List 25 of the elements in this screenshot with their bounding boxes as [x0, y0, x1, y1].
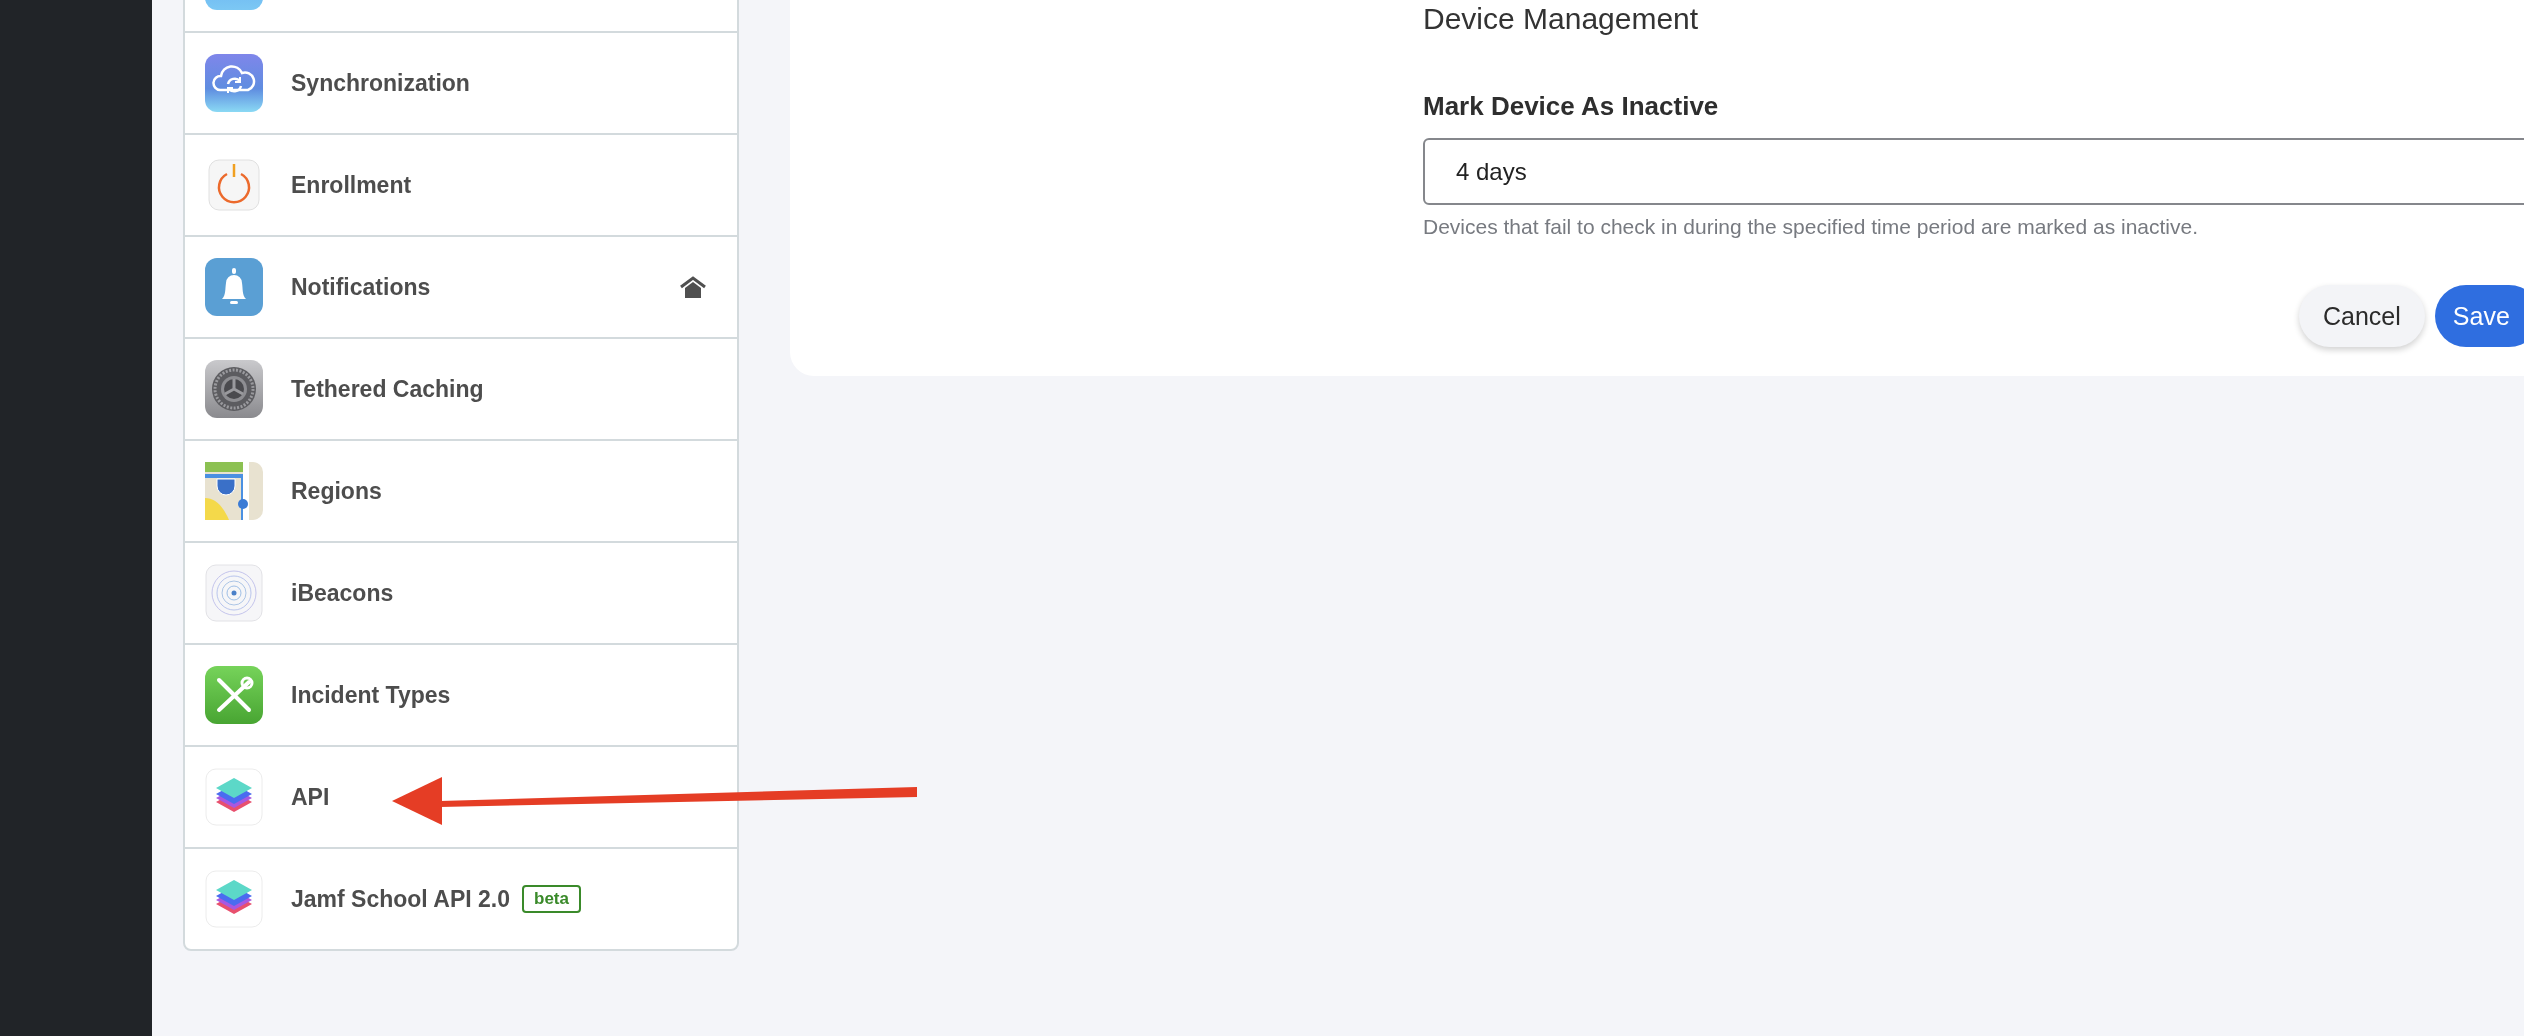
field-label: Mark Device As Inactive: [1423, 91, 1720, 122]
settings-list-item[interactable]: Enrollment: [185, 135, 737, 237]
settings-list-item[interactable]: Regions: [185, 441, 737, 543]
settings-list-item[interactable]: iBeacons: [185, 543, 737, 645]
bell-icon: [205, 258, 263, 316]
cloud-sync-icon: [205, 54, 263, 112]
stacked-layers-icon: [205, 870, 263, 928]
duration-field[interactable]: 4 days: [1423, 138, 2524, 205]
settings-list-item[interactable]: Jamf School API 2.0 beta: [185, 849, 737, 949]
home-icon: [679, 276, 707, 298]
settings-list-item[interactable]: Incident Types: [185, 645, 737, 747]
power-icon: [205, 156, 263, 214]
beacon-icon: [205, 564, 263, 622]
settings-list-item[interactable]: Tethered Caching: [185, 339, 737, 441]
settings-list-item[interactable]: Notifications: [185, 237, 737, 339]
map-icon: [205, 462, 263, 520]
beta-tag: beta: [522, 885, 581, 913]
section-title: Device Management: [1423, 2, 1700, 36]
help-text: Devices that fail to check in during the specified time period are marked as inactive.: [1423, 215, 2200, 239]
gear-icon: [205, 360, 263, 418]
settings-list-item[interactable]: Synchronization: [185, 33, 737, 135]
stacked-layers-icon: [205, 768, 263, 826]
save-button[interactable]: Save: [2434, 285, 2524, 347]
cancel-button[interactable]: Cancel: [2299, 285, 2425, 347]
wrench-screwdriver-icon: [205, 666, 263, 724]
